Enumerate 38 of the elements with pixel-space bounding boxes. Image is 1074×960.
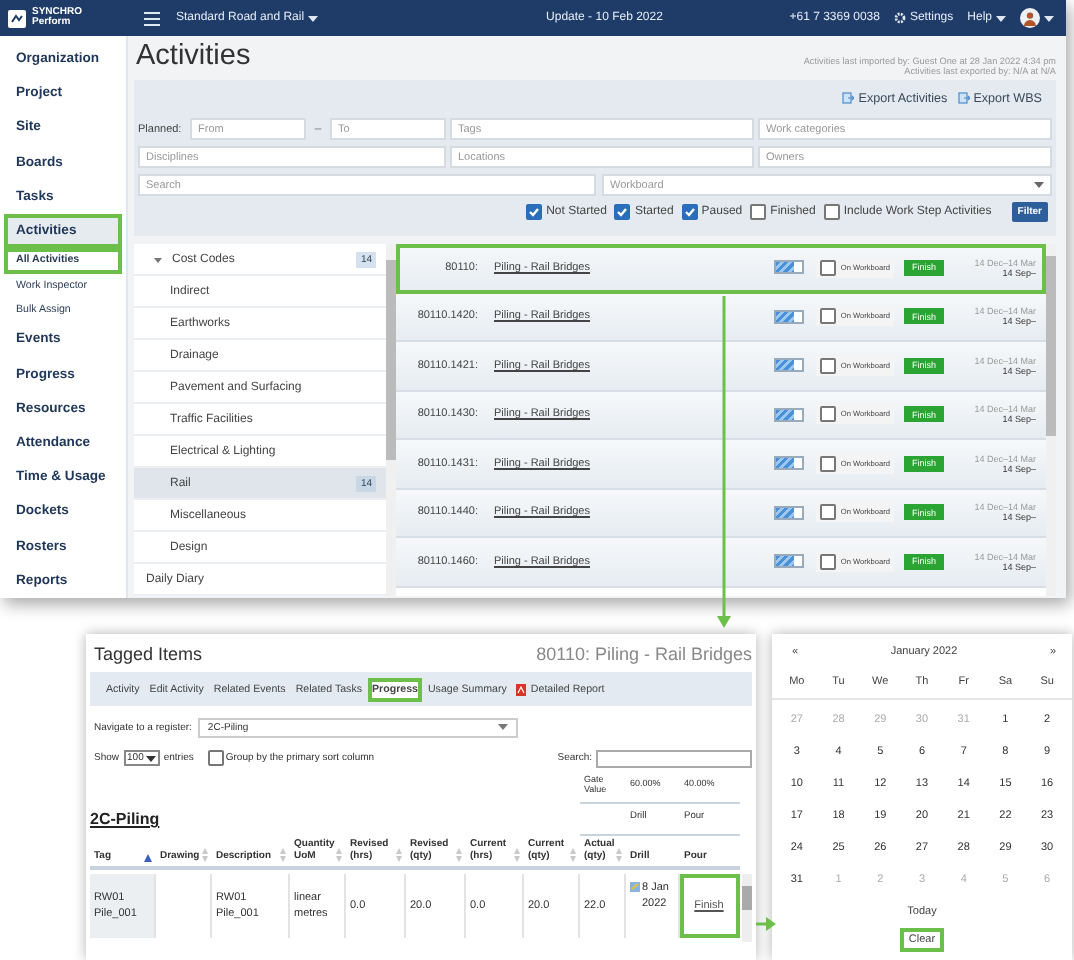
caret-icon [1034, 182, 1044, 188]
page-title: Activities [136, 40, 251, 72]
pdf-icon [516, 683, 527, 695]
activity-heading: 80110: Piling - Rail Bridges [536, 643, 752, 663]
logo-icon [8, 9, 26, 27]
avatar-icon [1020, 8, 1040, 28]
checkbox[interactable] [614, 204, 631, 220]
checkbox[interactable] [681, 204, 698, 220]
checkbox[interactable] [820, 308, 837, 325]
export-icon [957, 92, 970, 104]
checkbox[interactable] [750, 204, 767, 220]
search-field[interactable] [596, 749, 752, 767]
scrollbar-thumb[interactable] [742, 886, 752, 910]
checkbox[interactable] [823, 204, 840, 220]
annotation-arrow [756, 917, 776, 931]
checkbox[interactable] [820, 259, 837, 276]
checkbox[interactable] [820, 406, 837, 423]
scrollbar-thumb[interactable] [1046, 256, 1056, 436]
checkbox[interactable] [820, 553, 837, 570]
expand-caret-icon[interactable] [154, 255, 162, 263]
register-title: 2C-Piling [90, 808, 162, 832]
checkbox[interactable] [207, 750, 224, 766]
scrollbar-thumb[interactable] [386, 260, 396, 460]
menu-icon[interactable] [144, 11, 160, 25]
panel-title: Tagged Items [94, 643, 203, 663]
checkbox[interactable] [820, 455, 837, 472]
checkbox[interactable] [820, 357, 837, 374]
caret-icon [996, 15, 1006, 21]
caret-icon [308, 15, 319, 21]
checkbox[interactable] [820, 504, 837, 521]
caret-icon [1044, 15, 1054, 21]
caret-icon [145, 755, 156, 761]
caret-icon [497, 724, 508, 730]
export-icon [842, 92, 855, 104]
settings-icon [893, 12, 906, 24]
sort-ascending-icon[interactable] [144, 854, 152, 862]
user-menu[interactable] [1020, 8, 1054, 28]
checkbox[interactable] [526, 204, 543, 220]
